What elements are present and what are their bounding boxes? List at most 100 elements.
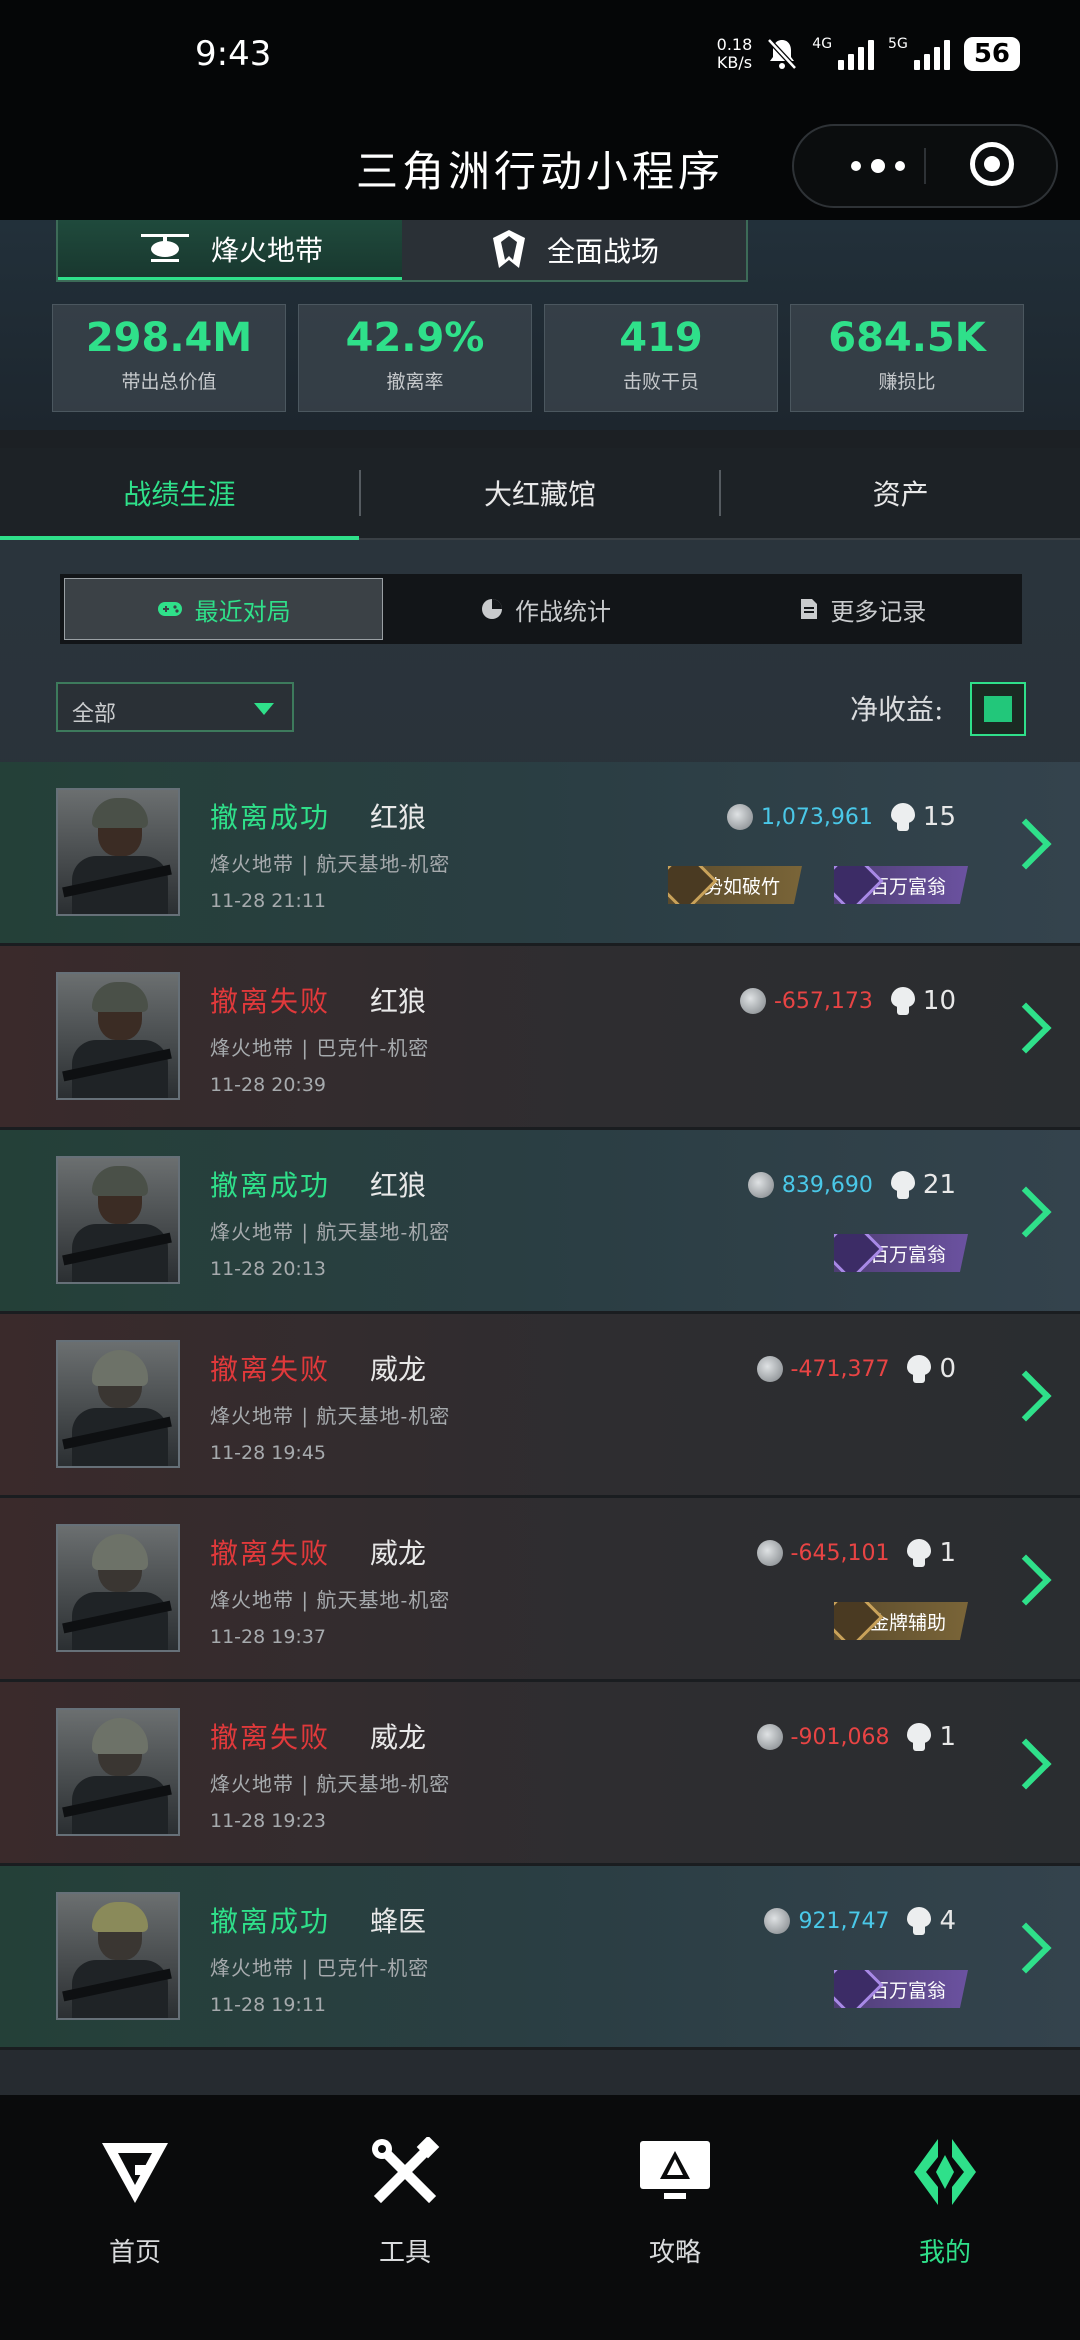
tab-fenghuo[interactable]: 烽火地带: [58, 220, 402, 280]
operator-avatar: [56, 1524, 180, 1652]
match-time: 11-28 19:23: [210, 1810, 327, 1832]
badge: 金牌辅助: [833, 1602, 968, 1640]
filter-dropdown[interactable]: 全部: [56, 682, 294, 732]
tab-assets[interactable]: 资产: [721, 448, 1080, 538]
coin-icon: [756, 1356, 783, 1382]
match-row[interactable]: 撤离成功 红狼 烽火地带 | 航天基地-机密 11-28 21:11 1,073…: [0, 762, 1080, 946]
status-time: 9:43: [195, 34, 272, 74]
chevron-right-icon[interactable]: [1000, 1002, 1052, 1054]
nav-mine[interactable]: 我的: [810, 2095, 1080, 2340]
nav-home[interactable]: 首页: [0, 2095, 270, 2340]
match-value: -471,377 0: [756, 1354, 956, 1384]
badge-label: 百万富翁: [869, 1979, 946, 2002]
operator-avatar: [56, 788, 180, 916]
badge: 百万富翁: [833, 1970, 968, 2008]
nav-guide[interactable]: 攻略: [540, 2095, 810, 2340]
chevron-right-icon[interactable]: [1000, 818, 1052, 870]
match-value: 839,690 21: [747, 1170, 956, 1200]
match-value-text: -657,173: [773, 988, 873, 1014]
operator-avatar: [56, 1156, 180, 1284]
match-map: 烽火地带 | 巴克什-机密: [210, 1036, 430, 1060]
tab-career[interactable]: 战绩生涯: [0, 448, 359, 540]
match-row[interactable]: 撤离失败 威龙 烽火地带 | 航天基地-机密 11-28 19:23 -901,…: [0, 1682, 1080, 1866]
stat-label: 击败干员: [622, 371, 699, 393]
badge-label: 金牌辅助: [869, 1611, 946, 1634]
badge-list: 金牌辅助: [816, 1602, 968, 1640]
coin-icon: [756, 1724, 783, 1750]
badge: 势如破竹: [667, 866, 802, 904]
signal-icon-2: [913, 38, 950, 70]
skull-icon: [907, 1723, 932, 1751]
chevron-right-icon[interactable]: [1000, 1370, 1052, 1422]
close-miniprogram-button[interactable]: [970, 142, 1014, 186]
chevron-right-icon[interactable]: [1000, 1738, 1052, 1790]
bell-muted-icon: [767, 38, 798, 70]
chevron-right-icon[interactable]: [1000, 1186, 1052, 1238]
tab-recent-matches[interactable]: 最近对局: [64, 578, 384, 640]
more-button[interactable]: [830, 126, 926, 206]
badge-list: 百万富翁: [816, 1970, 968, 2008]
skull-icon: [890, 1171, 915, 1199]
operator-name: 威龙: [370, 1721, 427, 1754]
skull-icon: [890, 987, 915, 1015]
chevron-right-icon[interactable]: [1000, 1554, 1052, 1606]
kill-count: 1: [939, 1722, 956, 1752]
operator-avatar: [56, 1340, 180, 1468]
net-income-toggle[interactable]: [970, 682, 1026, 736]
net-speed-unit: KB/s: [716, 53, 753, 72]
nav-tools[interactable]: 工具: [270, 2095, 540, 2340]
kill-count: 4: [939, 1906, 956, 1936]
match-value-text: 1,073,961: [760, 804, 873, 830]
match-value: 1,073,961 15: [726, 802, 956, 832]
tab-fenghuo-label: 烽火地带: [210, 233, 323, 267]
badge: 百万富翁: [833, 1234, 968, 1272]
tab-quanmian[interactable]: 全面战场: [402, 220, 746, 280]
helicopter-icon: [140, 233, 189, 262]
match-map: 烽火地带 | 巴克什-机密: [210, 1956, 430, 1980]
match-result: 撤离成功: [210, 801, 331, 834]
net-speed: 0.18 KB/s: [717, 36, 753, 72]
match-value: -645,101 1: [756, 1538, 956, 1568]
title-bar: 三角洲行动小程序: [0, 110, 1080, 220]
match-time: 11-28 20:13: [210, 1258, 327, 1280]
tab-combat-stats[interactable]: 作战统计: [387, 574, 704, 644]
tab-more-records[interactable]: 更多记录: [705, 574, 1022, 644]
kill-count: 1: [939, 1538, 956, 1568]
coin-icon: [747, 1172, 774, 1198]
content-area: 最近对局 作战统计 更多记录 全部 净收益: 撤离成功 红狼 烽火地带 | 航天…: [0, 540, 1080, 2095]
tab-collection[interactable]: 大红藏馆: [361, 448, 720, 538]
match-row[interactable]: 撤离失败 红狼 烽火地带 | 巴克什-机密 11-28 20:39 -657,1…: [0, 946, 1080, 1130]
match-row[interactable]: 撤离成功 红狼 烽火地带 | 航天基地-机密 11-28 20:13 839,6…: [0, 1130, 1080, 1314]
pie-chart-icon: [481, 599, 502, 619]
match-result: 撤离失败: [210, 1721, 331, 1754]
chevron-right-icon[interactable]: [1000, 1922, 1052, 1974]
match-value-text: 921,747: [798, 1908, 890, 1934]
match-map: 烽火地带 | 航天基地-机密: [210, 1220, 451, 1244]
medal-icon: [833, 1234, 884, 1272]
operator-avatar: [56, 972, 180, 1100]
tab-combat-label: 作战统计: [514, 597, 611, 626]
battery-indicator: 56: [963, 37, 1020, 71]
match-map: 烽火地带 | 航天基地-机密: [210, 852, 451, 876]
stat-label: 带出总价值: [121, 371, 217, 393]
operator-name: 威龙: [370, 1353, 427, 1386]
match-result: 撤离成功: [210, 1169, 331, 1202]
operator-avatar: [56, 1708, 180, 1836]
stats-row: 298.4M 带出总价值 42.9% 撤离率 419 击败干员 684.5K 赚损比: [52, 304, 1024, 412]
gamepad-icon: [157, 602, 182, 616]
match-time: 11-28 19:11: [210, 1994, 327, 2016]
skull-icon: [907, 1355, 932, 1383]
match-row[interactable]: 撤离失败 威龙 烽火地带 | 航天基地-机密 11-28 19:45 -471,…: [0, 1314, 1080, 1498]
match-row[interactable]: 撤离成功 蜂医 烽火地带 | 巴克什-机密 11-28 19:11 921,74…: [0, 1866, 1080, 2050]
skull-icon: [890, 803, 915, 831]
mode-tabs: 烽火地带 全面战场: [56, 220, 748, 282]
badge-list: 势如破竹 百万富翁: [650, 866, 968, 904]
match-row[interactable]: 撤离失败 威龙 烽火地带 | 航天基地-机密 11-28 19:37 -645,…: [0, 1498, 1080, 1682]
delta-logo-icon: [914, 2139, 976, 2205]
match-map: 烽火地带 | 航天基地-机密: [210, 1588, 451, 1612]
nav-mine-label: 我的: [918, 2238, 971, 2268]
net-speed-value: 0.18: [716, 35, 753, 54]
coin-icon: [739, 988, 766, 1014]
net-income-label: 净收益:: [850, 693, 944, 726]
stat-value: 42.9%: [345, 315, 485, 361]
